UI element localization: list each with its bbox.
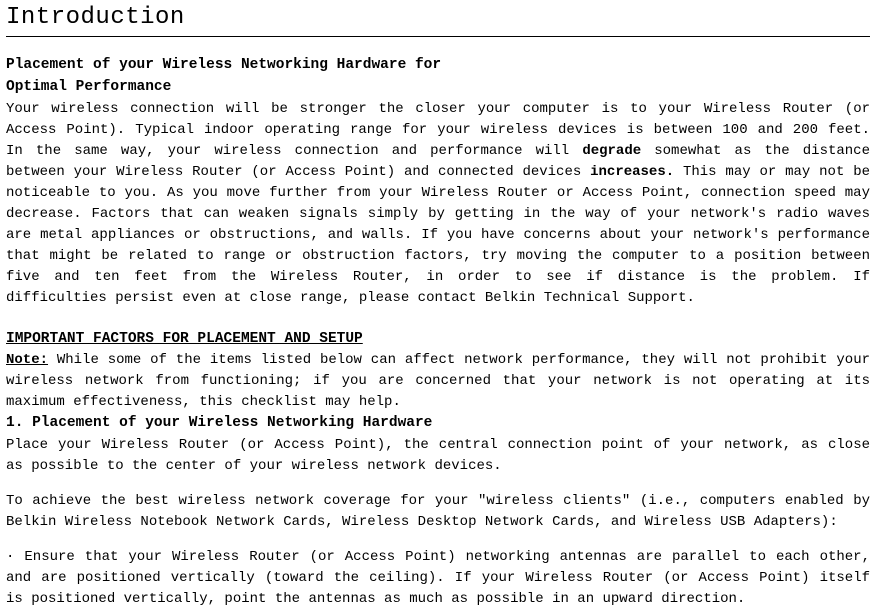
body1-bold-increases: increases. — [590, 164, 674, 180]
body1-part3: This may or may not be noticeable to you… — [6, 164, 870, 306]
item1-heading: 1. Placement of your Wireless Networking… — [6, 413, 870, 435]
item1-body1: Place your Wireless Router (or Access Po… — [6, 435, 870, 477]
item1-bullet1: · Ensure that your Wireless Router (or A… — [6, 547, 870, 610]
note-body: While some of the items listed below can… — [6, 352, 870, 410]
placement-heading-line1: Placement of your Wireless Networking Ha… — [6, 55, 870, 77]
placement-body: Your wireless connection will be stronge… — [6, 99, 870, 309]
spacer — [6, 533, 870, 547]
spacer — [6, 477, 870, 491]
spacer — [6, 309, 870, 329]
item1-bullet1-text: Ensure that your Wireless Router (or Acc… — [6, 549, 870, 607]
item1-body2: To achieve the best wireless network cov… — [6, 491, 870, 533]
body1-bold-degrade: degrade — [582, 143, 641, 159]
important-factors-heading: IMPORTANT FACTORS FOR PLACEMENT AND SETU… — [6, 329, 870, 351]
page-title: Introduction — [6, 0, 870, 37]
placement-heading-line2: Optimal Performance — [6, 77, 870, 99]
note-paragraph: Note: While some of the items listed bel… — [6, 350, 870, 413]
note-label: Note: — [6, 352, 48, 368]
